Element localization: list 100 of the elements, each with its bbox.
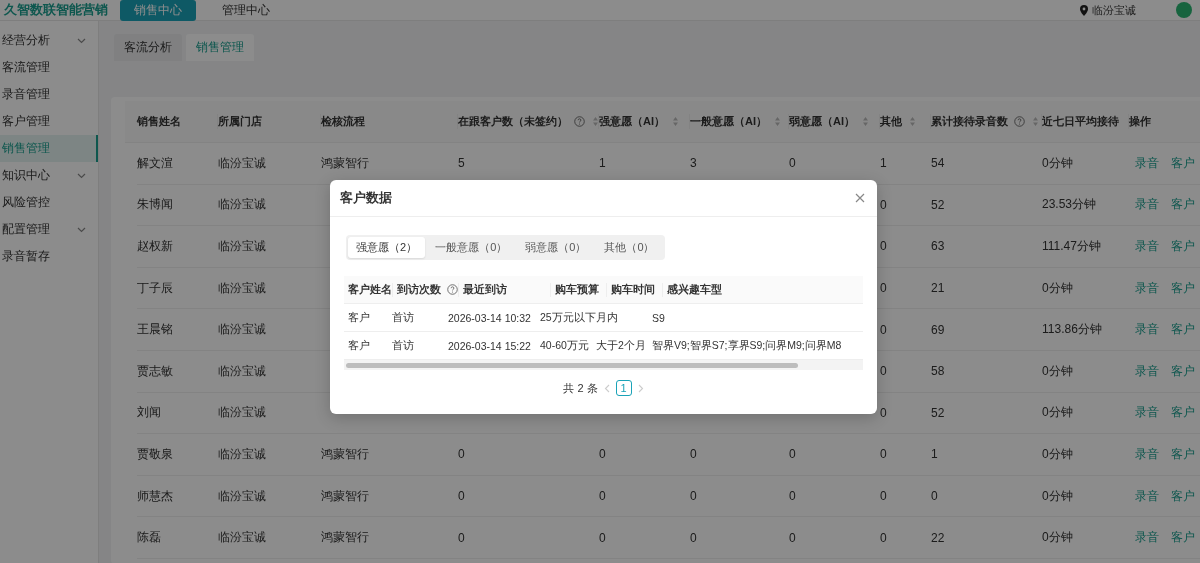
action-link[interactable]: 录音 <box>1129 321 1165 339</box>
table-cell: 0 <box>458 489 465 504</box>
table-cell: 鸿蒙智行 <box>321 487 369 505</box>
table-cell: 0 <box>880 322 887 337</box>
next-page-icon[interactable] <box>637 383 644 393</box>
action-link[interactable]: 客户 <box>1165 529 1200 547</box>
segment-tab[interactable]: 弱意愿（0） <box>517 237 595 258</box>
tab[interactable]: 客流分析 <box>114 34 182 61</box>
column-header: 检核流程 <box>321 114 365 129</box>
chevron-down-icon[interactable] <box>77 172 86 179</box>
table-cell: 0 <box>458 447 465 462</box>
table-cell: 智界V9;智界S7;享界S9;问界M9;问界M8 <box>652 338 842 353</box>
segment-tab[interactable]: 强意愿（2） <box>348 237 426 258</box>
help-icon[interactable] <box>574 116 585 127</box>
table-cell: 王晨铭 <box>137 321 173 339</box>
action-link[interactable]: 录音 <box>1129 404 1165 422</box>
table-cell: 0 <box>599 489 606 504</box>
action-link[interactable]: 客户 <box>1165 362 1200 380</box>
action-link[interactable]: 客户 <box>1165 154 1200 172</box>
segment-tab[interactable]: 一般意愿（0） <box>427 237 516 258</box>
help-icon[interactable] <box>1014 116 1025 127</box>
column-header: 强意愿（AI） <box>599 114 665 129</box>
table-cell: 0 <box>599 530 606 545</box>
table-cell: 解文渲 <box>137 154 173 172</box>
sidebar-item[interactable]: 客户管理 <box>0 108 98 135</box>
table-cell: 临汾宝诚 <box>218 487 266 505</box>
table-cell: 0 <box>690 489 697 504</box>
table-cell: 0 <box>789 530 796 545</box>
scrollbar-thumb[interactable] <box>346 362 798 368</box>
sort-icon[interactable] <box>774 116 781 127</box>
table-cell: 54 <box>931 156 945 171</box>
column-header: 最近到访 <box>463 282 507 297</box>
action-link[interactable]: 客户 <box>1165 445 1200 463</box>
action-link[interactable]: 客户 <box>1165 404 1200 422</box>
action-link[interactable]: 录音 <box>1129 196 1165 214</box>
table-cell: 0 <box>690 530 697 545</box>
sidebar-item[interactable]: 录音暂存 <box>0 243 98 270</box>
sidebar-item[interactable]: 知识中心 <box>0 162 98 189</box>
sort-icon[interactable] <box>592 116 599 127</box>
table-cell: 113.86分钟 <box>1042 321 1102 339</box>
table-cell: 1 <box>931 447 938 462</box>
table-cell: 0 <box>458 530 465 545</box>
sidebar-item[interactable]: 销售管理 <box>0 135 98 162</box>
table-cell: 2026-03-14 15:22 <box>448 339 531 352</box>
table-cell: 40-60万元 <box>540 338 589 353</box>
help-icon[interactable] <box>447 284 458 295</box>
nav-tab[interactable]: 管理中心 <box>208 0 284 21</box>
action-link[interactable]: 客户 <box>1165 487 1200 505</box>
sidebar-item[interactable]: 客流管理 <box>0 54 98 81</box>
action-link[interactable]: 录音 <box>1129 487 1165 505</box>
action-link[interactable]: 录音 <box>1129 362 1165 380</box>
column-header: 其他 <box>880 114 902 129</box>
action-link[interactable]: 录音 <box>1129 154 1165 172</box>
table-cell: 1 <box>599 156 606 171</box>
table-cell: 3 <box>690 156 697 171</box>
sort-icon[interactable] <box>909 116 916 127</box>
table-cell: 客户 <box>348 338 370 353</box>
sidebar-item[interactable]: 风险管控 <box>0 189 98 216</box>
sort-icon[interactable] <box>1032 116 1039 127</box>
column-header: 所属门店 <box>218 114 262 129</box>
action-link[interactable]: 客户 <box>1165 321 1200 339</box>
table-cell: 临汾宝诚 <box>218 362 266 380</box>
sidebar-item[interactable]: 配置管理 <box>0 216 98 243</box>
chevron-down-icon[interactable] <box>77 37 86 44</box>
column-header: 一般意愿（AI） <box>690 114 767 129</box>
close-button[interactable] <box>853 191 867 205</box>
table-cell: 23.53分钟 <box>1042 196 1097 214</box>
table-cell: 52 <box>931 405 945 420</box>
nav-tab[interactable]: 销售中心 <box>120 0 196 21</box>
segment-tab[interactable]: 其他（0） <box>596 237 663 258</box>
sidebar-item[interactable]: 经营分析 <box>0 27 98 54</box>
table-cell: 21 <box>931 281 945 296</box>
sort-icon[interactable] <box>862 116 869 127</box>
action-link[interactable]: 客户 <box>1165 196 1200 214</box>
avatar-icon[interactable] <box>1176 2 1192 18</box>
table-cell: 0 <box>789 489 796 504</box>
action-link[interactable]: 录音 <box>1129 238 1165 255</box>
table-cell: 临汾宝诚 <box>218 154 266 172</box>
tab[interactable]: 销售管理 <box>186 34 254 61</box>
action-link[interactable]: 录音 <box>1129 445 1165 463</box>
table-cell: 58 <box>931 364 945 379</box>
table-cell: 0分钟 <box>1042 279 1073 297</box>
action-link[interactable]: 录音 <box>1129 279 1165 297</box>
page-button[interactable]: 1 <box>615 380 632 396</box>
sort-icon[interactable] <box>672 116 679 127</box>
action-link[interactable]: 客户 <box>1165 279 1200 297</box>
table-cell: 鸿蒙智行 <box>321 154 369 172</box>
table-cell: 0分钟 <box>1042 445 1073 463</box>
table-cell: 52 <box>931 197 945 212</box>
action-link[interactable]: 客户 <box>1165 238 1200 255</box>
table-cell: 5 <box>458 156 465 171</box>
action-link[interactable]: 录音 <box>1129 529 1165 547</box>
table-cell: 22 <box>931 530 945 545</box>
previous-page-icon[interactable] <box>603 383 610 393</box>
table-cell: 大于2个月 <box>596 338 646 353</box>
chevron-down-icon[interactable] <box>77 226 86 233</box>
sidebar-item[interactable]: 录音管理 <box>0 81 98 108</box>
table-cell: 朱博闻 <box>137 196 173 214</box>
table-cell: 0 <box>880 281 887 296</box>
table-cell: 0 <box>880 197 887 212</box>
